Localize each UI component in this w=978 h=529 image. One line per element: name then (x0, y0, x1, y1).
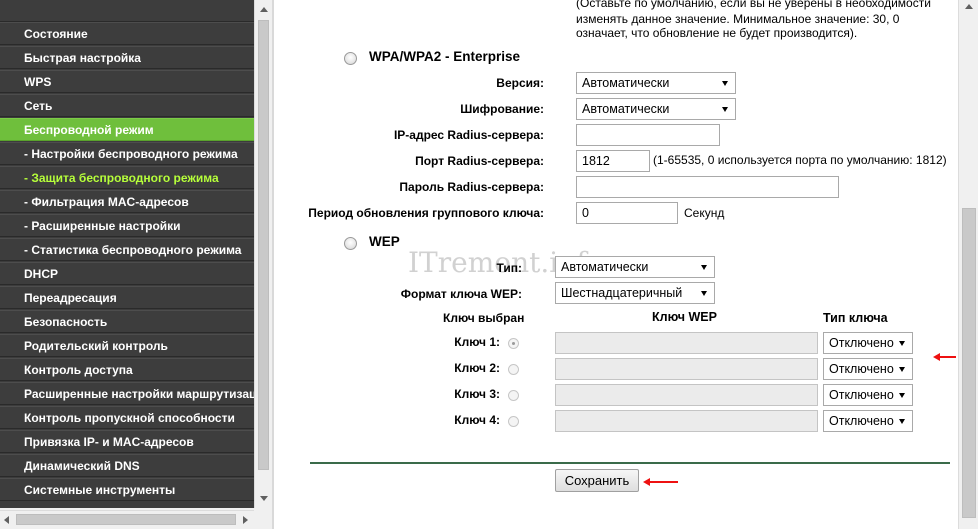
key-4-type-value: Отключено (829, 414, 894, 428)
wep-format-select-value: Шестнадцатеричный (561, 286, 683, 300)
enterprise-radio[interactable] (344, 52, 357, 65)
version-select[interactable]: Автоматически (576, 72, 736, 94)
key-2-input[interactable] (555, 358, 818, 380)
scroll-up-arrow-icon[interactable] (965, 4, 973, 9)
content-vertical-scrollbar[interactable] (958, 0, 978, 529)
radius-password-label: Пароль Radius-сервера: (399, 180, 544, 194)
chevron-down-icon (899, 393, 905, 398)
encryption-label: Шифрование: (460, 102, 544, 116)
version-select-value: Автоматически (582, 76, 670, 90)
menu-horizontal-scrollbar[interactable] (0, 510, 254, 527)
group-key-period-label: Период обновления группового ключа: (308, 206, 544, 220)
key-2-radio[interactable] (508, 364, 519, 375)
menu-item-wps[interactable]: WPS (0, 70, 254, 93)
scroll-thumb[interactable] (16, 514, 236, 525)
version-label: Версия: (496, 76, 544, 90)
key-1-type-value: Отключено (829, 336, 894, 350)
menu-item-wireless[interactable]: Беспроводной режим (0, 118, 254, 141)
annotation-arrow-icon (643, 478, 678, 486)
menu-item-network[interactable]: Сеть (0, 94, 254, 117)
key-3-radio[interactable] (508, 390, 519, 401)
menu-item-bandwidth-control[interactable]: Контроль пропускной способности (0, 406, 254, 429)
wep-format-select[interactable]: Шестнадцатеричный (555, 282, 715, 304)
encryption-select[interactable]: Автоматически (576, 98, 736, 120)
wep-type-select[interactable]: Автоматически (555, 256, 715, 278)
group-key-period-input[interactable]: 0 (576, 202, 678, 224)
menu-item-wireless-advanced[interactable]: - Расширенные настройки (0, 214, 254, 237)
key-2-type-select[interactable]: Отключено (823, 358, 913, 380)
menu-item-status[interactable]: Состояние (0, 22, 254, 45)
menu-item-wireless-statistics[interactable]: - Статистика беспроводного режима (0, 238, 254, 261)
menu-item-advanced-routing[interactable]: Расширенные настройки маршрутизации (0, 382, 254, 405)
scroll-down-arrow-icon[interactable] (260, 496, 268, 501)
menu-item-quick-setup[interactable]: Быстрая настройка (0, 46, 254, 69)
chevron-down-icon (899, 419, 905, 424)
menu-item-wireless-settings[interactable]: - Настройки беспроводного режима (0, 142, 254, 165)
chevron-down-icon (899, 341, 905, 346)
encryption-select-value: Автоматически (582, 102, 670, 116)
scroll-up-arrow-icon[interactable] (260, 7, 268, 12)
menu-item-ip-mac-binding[interactable]: Привязка IP- и MAC-адресов (0, 430, 254, 453)
radius-port-note: (1-65535, 0 используется порта по умолча… (653, 153, 947, 167)
wep-title: WEP (369, 234, 400, 249)
menu-item-dhcp[interactable]: DHCP (0, 262, 254, 285)
key-4-type-select[interactable]: Отключено (823, 410, 913, 432)
radius-password-input[interactable] (576, 176, 839, 198)
key-3-label: Ключ 3: (454, 387, 500, 401)
key-1-radio[interactable] (508, 338, 519, 349)
radius-ip-label: IP-адрес Radius-сервера: (393, 128, 544, 142)
key-1-type-select[interactable]: Отключено (823, 332, 913, 354)
menu-item-security[interactable]: Безопасность (0, 310, 254, 333)
menu-item-parental-control[interactable]: Родительский контроль (0, 334, 254, 357)
key-3-type-value: Отключено (829, 388, 894, 402)
key-1-input[interactable] (555, 332, 818, 354)
radius-port-input[interactable]: 1812 (576, 150, 650, 172)
enterprise-title: WPA/WPA2 - Enterprise (369, 49, 521, 64)
menu-item-dynamic-dns[interactable]: Динамический DNS (0, 454, 254, 477)
col-header-wep-key: Ключ WEP (652, 310, 717, 324)
key-2-label: Ключ 2: (454, 361, 500, 375)
wep-type-select-value: Автоматически (561, 260, 649, 274)
key-4-radio[interactable] (508, 416, 519, 427)
group-key-note-line1: (Оставьте по умолчанию, если вы не увере… (576, 0, 931, 10)
chevron-down-icon (722, 81, 728, 86)
scroll-thumb[interactable] (258, 20, 269, 470)
section-divider (310, 462, 950, 464)
menu-top-strip (0, 0, 254, 22)
chevron-down-icon (899, 367, 905, 372)
menu-item-forwarding[interactable]: Переадресация (0, 286, 254, 309)
menu-item-wireless-security[interactable]: - Защита беспроводного режима (0, 166, 254, 189)
wep-radio[interactable] (344, 237, 357, 250)
scroll-right-arrow-icon[interactable] (243, 516, 248, 524)
scroll-thumb[interactable] (962, 208, 976, 518)
key-4-input[interactable] (555, 410, 818, 432)
wep-type-label: Тип: (496, 261, 523, 275)
group-key-unit: Секунд (684, 206, 725, 220)
key-4-label: Ключ 4: (454, 413, 500, 427)
menu-item-system-tools[interactable]: Системные инструменты (0, 478, 254, 501)
wep-format-label: Формат ключа WEP: (400, 287, 522, 301)
radius-port-label: Порт Radius-сервера: (415, 154, 544, 168)
menu-item-mac-filtering[interactable]: - Фильтрация MAC-адресов (0, 190, 254, 213)
col-header-key-type: Тип ключа (823, 311, 888, 325)
scroll-left-arrow-icon[interactable] (4, 516, 9, 524)
col-header-key-selected: Ключ выбран (443, 311, 525, 325)
save-button[interactable]: Сохранить (555, 469, 639, 492)
radius-ip-input[interactable] (576, 124, 720, 146)
chevron-down-icon (722, 107, 728, 112)
annotation-arrow-icon (933, 353, 956, 361)
key-1-label: Ключ 1: (454, 335, 500, 349)
menu-item-access-control[interactable]: Контроль доступа (0, 358, 254, 381)
menu-vertical-scrollbar[interactable] (254, 0, 272, 508)
side-menu: Состояние Быстрая настройка WPS Сеть Бес… (0, 0, 254, 508)
left-menu-frame: Состояние Быстрая настройка WPS Сеть Бес… (0, 0, 272, 529)
key-3-type-select[interactable]: Отключено (823, 384, 913, 406)
chevron-down-icon (701, 291, 707, 296)
key-2-type-value: Отключено (829, 362, 894, 376)
group-key-note-line2: изменять данное значение. Минимальное зн… (576, 12, 900, 26)
group-key-note-line3: означает, что обновление не будет произв… (576, 26, 858, 40)
key-3-input[interactable] (555, 384, 818, 406)
chevron-down-icon (701, 265, 707, 270)
